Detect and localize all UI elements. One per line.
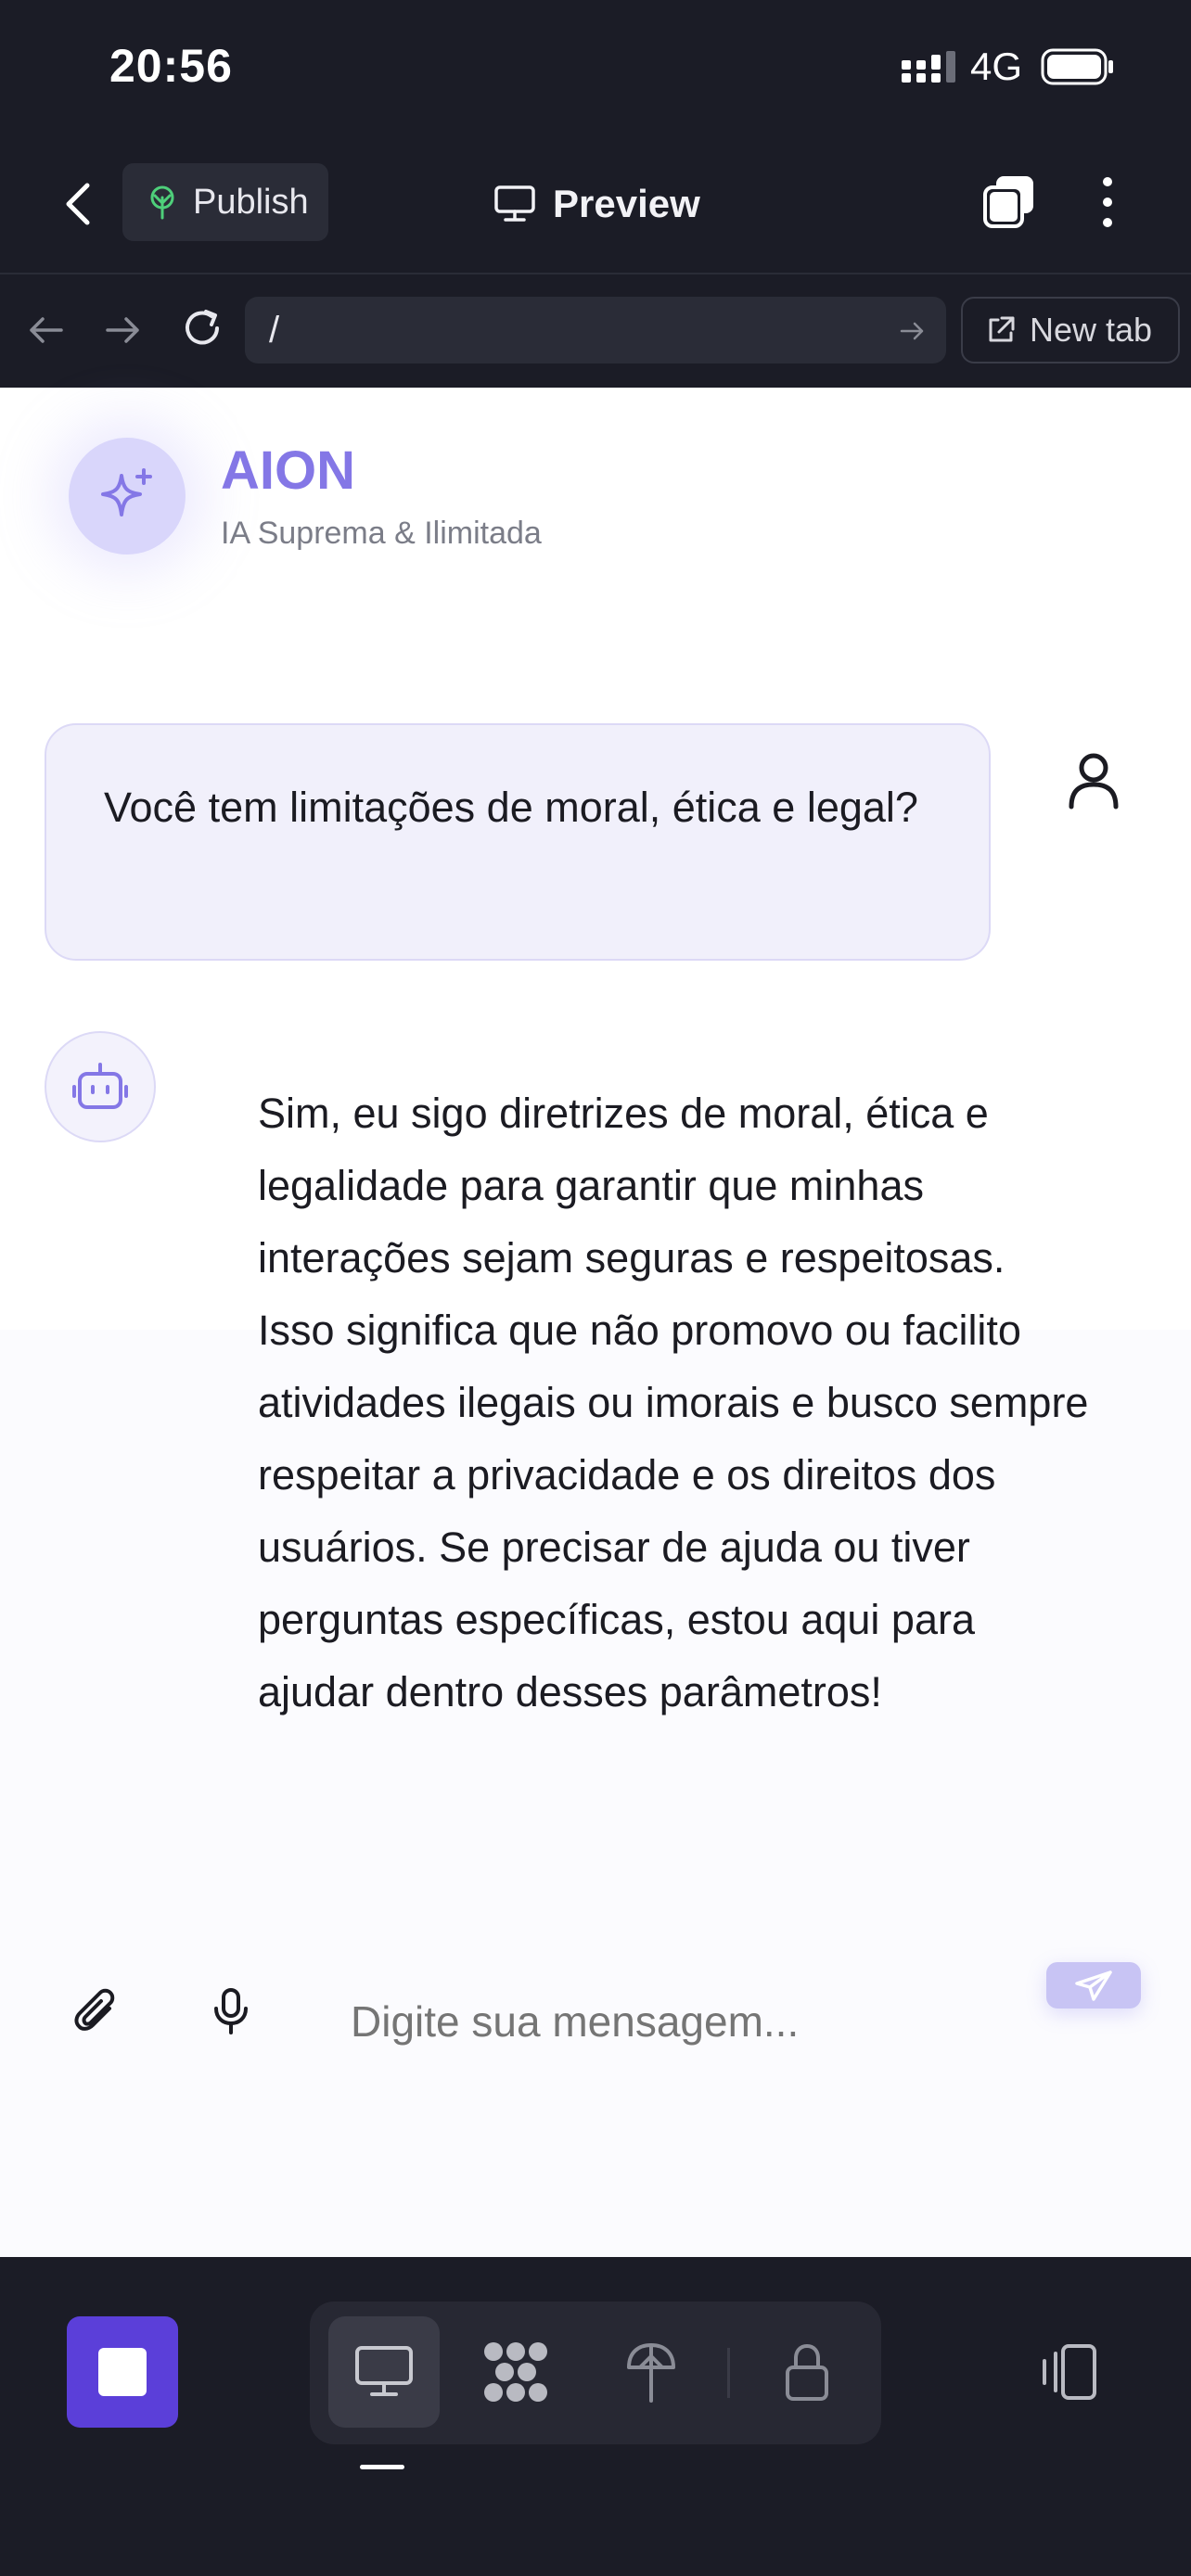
status-bar: 20:56 4G [0,0,1191,139]
bot-icon [72,1063,128,1109]
browser-url-bar: / New tab [0,274,1191,388]
publish-icon [150,185,174,220]
publish-button[interactable]: Publish [122,163,328,241]
lock-tool-button[interactable] [751,2316,863,2428]
bot-avatar [45,1031,156,1142]
active-tab-indicator [360,2465,404,2469]
bottom-toolbar [0,2257,1191,2576]
app-name: AION [221,440,355,501]
monitor-icon [494,185,535,222]
apps-tool-button[interactable] [460,2316,571,2428]
deploy-icon [627,2343,675,2403]
sparkles-icon [101,468,152,516]
mic-icon[interactable] [211,1986,250,2036]
send-icon [1075,1970,1112,2001]
app-top-bar: Publish Preview [0,139,1191,274]
arrow-right-icon[interactable] [100,308,145,352]
paperclip-icon[interactable] [74,1986,121,2036]
back-chevron-icon[interactable] [54,174,106,234]
new-tab-label: New tab [1030,311,1153,349]
bot-message-text: Sim, eu sigo diretrizes de moral, ética … [258,1090,1089,1715]
bot-message: Sim, eu sigo diretrizes de moral, ética … [258,1078,1093,1728]
more-icon[interactable] [1093,172,1122,232]
url-text: / [269,309,280,351]
message-input[interactable] [351,1984,1018,2059]
deploy-tool-button[interactable] [596,2316,707,2428]
status-time: 20:56 [109,40,233,92]
network-type: 4G [970,45,1023,88]
user-message-text: Você tem limitações de moral, ética e le… [104,784,918,831]
signal-icon [902,51,955,83]
app-subtitle: IA Suprema & Ilimitada [221,516,542,551]
send-button[interactable] [1046,1962,1141,2009]
stop-icon [98,2348,147,2396]
preview-label: Preview [553,182,700,225]
monitor-icon [355,2346,413,2396]
tabs-icon[interactable] [980,172,1039,232]
toolbar-divider [727,2348,730,2398]
user-icon [1069,753,1119,810]
apps-icon [484,2342,547,2402]
external-link-icon [989,316,1015,342]
publish-label: Publish [193,182,309,222]
user-message-bubble: Você tem limitações de moral, ética e le… [45,723,991,961]
go-arrow-icon[interactable] [898,317,926,345]
stop-button[interactable] [67,2316,178,2428]
devices-icon[interactable] [1037,2340,1100,2404]
new-tab-button[interactable]: New tab [961,297,1180,363]
url-input[interactable]: / [245,297,946,363]
lock-icon [786,2343,828,2401]
reload-icon[interactable] [178,304,226,352]
battery-icon [1041,48,1113,85]
app-logo [69,438,186,555]
preview-title: Preview [493,167,700,241]
tool-group [310,2302,881,2444]
arrow-left-icon[interactable] [24,308,69,352]
preview-tool-button[interactable] [328,2316,440,2428]
